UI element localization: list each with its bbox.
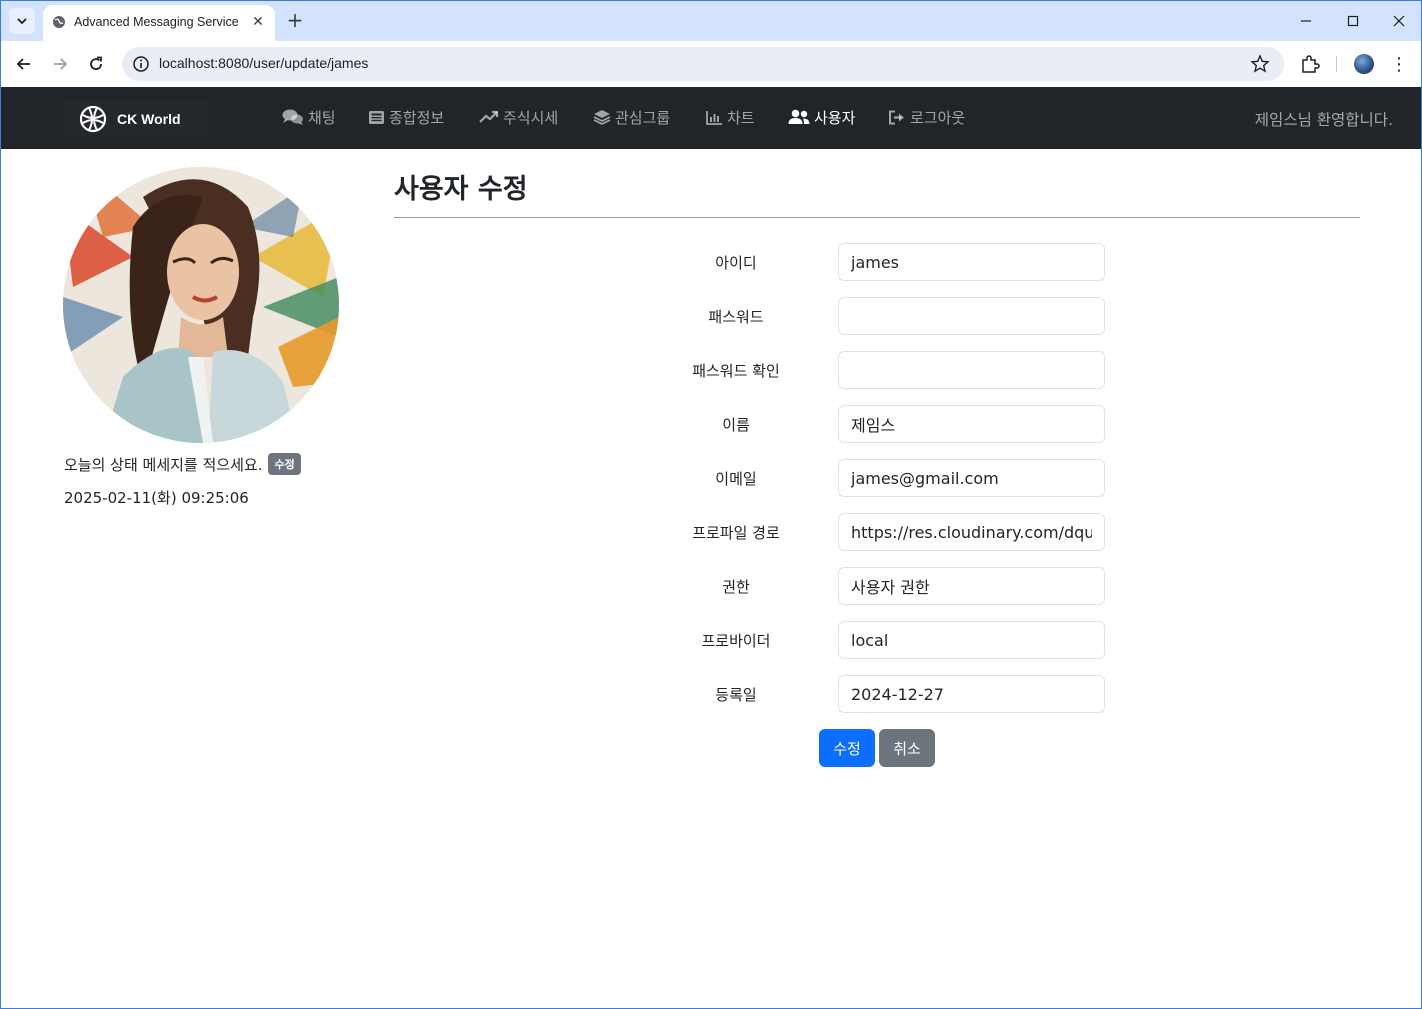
provider-field[interactable] [838, 621, 1105, 659]
form-row-profile-path: 프로파일 경로 [641, 513, 1111, 551]
forward-button[interactable] [48, 52, 72, 76]
maximize-button[interactable] [1341, 9, 1365, 33]
nav-item-label: 채팅 [308, 108, 336, 127]
reload-button[interactable] [84, 52, 108, 76]
tab-strip: Advanced Messaging Service ✕ + [1, 1, 1421, 41]
window-close-button[interactable] [1387, 9, 1411, 33]
nav-item-logout[interactable]: 로그아웃 [888, 106, 965, 128]
name-field[interactable] [838, 405, 1105, 443]
field-label: 패스워드 확인 [692, 362, 780, 380]
page-title: 사용자 수정 [394, 174, 528, 205]
nav-item-label: 주식시세 [503, 108, 559, 127]
title-divider [394, 217, 1360, 218]
arrow-right-icon [54, 58, 68, 70]
field-label: 프로파일 경로 [692, 524, 780, 542]
role-field[interactable] [838, 567, 1105, 605]
current-datetime: 2025-02-11(화) 09:25:06 [64, 489, 249, 507]
status-message: 오늘의 상태 메세지를 적으세요. [64, 455, 263, 474]
address-bar[interactable]: localhost:8080/user/update/james [122, 47, 1284, 81]
back-button[interactable] [12, 52, 36, 76]
minimize-button[interactable] [1294, 9, 1318, 33]
tab-title: Advanced Messaging Service [74, 15, 239, 29]
globe-icon [53, 16, 65, 28]
chevron-down-icon [17, 18, 27, 25]
field-label: 권한 [722, 578, 750, 596]
toolbar-separator [1336, 56, 1337, 72]
sign-out-icon [889, 110, 904, 124]
url-text[interactable]: localhost:8080/user/update/james [159, 55, 368, 71]
brand-name: CK World [117, 111, 181, 127]
submit-button[interactable]: 수정 [819, 729, 875, 767]
form-row-regdate: 등록일 [641, 675, 1111, 713]
userid-field[interactable] [838, 243, 1105, 281]
cancel-button[interactable]: 취소 [879, 729, 935, 767]
profile-avatar[interactable] [1354, 54, 1374, 74]
nav-item-stocks[interactable]: 주식시세 [479, 106, 558, 128]
profile-image [63, 167, 339, 443]
extensions-icon[interactable] [1299, 53, 1321, 75]
form-row-role: 권한 [641, 567, 1111, 605]
reload-icon [90, 56, 102, 70]
nav-item-label: 종합정보 [389, 108, 445, 127]
nav-item-label: 차트 [727, 108, 755, 127]
site-navbar: CK World 채팅 종합정보 주식시세 관심그룹 차트 사용자 로그아웃 제… [1, 87, 1421, 149]
field-label: 프로바이더 [701, 632, 771, 650]
form-row-name: 이름 [641, 405, 1111, 443]
users-icon [788, 109, 810, 124]
comments-icon [282, 109, 303, 125]
browser-window: Advanced Messaging Service ✕ + localhost… [0, 0, 1422, 1009]
portrait-illustration [63, 167, 339, 443]
nav-item-watchlist[interactable]: 관심그룹 [593, 106, 670, 128]
email-field[interactable] [838, 459, 1105, 497]
field-label: 이메일 [715, 470, 757, 488]
nav-item-users[interactable]: 사용자 [788, 106, 855, 128]
form-row-provider: 프로바이더 [641, 621, 1111, 659]
nav-item-overview[interactable]: 종합정보 [368, 106, 444, 128]
field-label: 등록일 [715, 686, 757, 704]
field-label: 이름 [722, 416, 750, 434]
nav-item-label: 사용자 [814, 108, 856, 127]
bar-chart-icon [706, 110, 722, 125]
nav-item-chart[interactable]: 차트 [706, 106, 755, 128]
browser-tab[interactable]: Advanced Messaging Service ✕ [43, 5, 275, 41]
form-row-email: 이메일 [641, 459, 1111, 497]
nav-item-chat[interactable]: 채팅 [282, 106, 336, 128]
browser-toolbar: localhost:8080/user/update/james ⋮ [1, 41, 1421, 87]
brand-link[interactable]: CK World [63, 101, 209, 137]
close-icon [1393, 15, 1405, 27]
info-icon[interactable] [132, 55, 150, 73]
form-row-password-confirm: 패스워드 확인 [641, 351, 1111, 389]
new-tab-button[interactable]: + [284, 8, 306, 32]
trend-up-icon [479, 110, 499, 123]
status-edit-badge[interactable]: 수정 [268, 453, 301, 475]
welcome-text: 제임스님 환영합니다. [1254, 111, 1393, 129]
form-row-id: 아이디 [641, 243, 1111, 281]
nav-item-label: 로그아웃 [910, 108, 966, 127]
password-field[interactable] [838, 297, 1105, 335]
browser-menu-icon[interactable]: ⋮ [1389, 53, 1409, 75]
password-confirm-field[interactable] [838, 351, 1105, 389]
profile-path-field[interactable] [838, 513, 1105, 551]
star-icon[interactable] [1250, 54, 1270, 74]
field-label: 패스워드 [708, 308, 764, 326]
regdate-field[interactable] [838, 675, 1105, 713]
field-label: 아이디 [715, 254, 757, 272]
arrow-left-icon [16, 58, 30, 70]
globe-icon [79, 105, 107, 133]
form-row-password: 패스워드 [641, 297, 1111, 335]
minimize-icon [1301, 20, 1311, 22]
maximize-icon [1347, 15, 1359, 27]
status-message-row: 오늘의 상태 메세지를 적으세요. 수정 [64, 453, 301, 475]
tab-search-button[interactable] [9, 8, 35, 34]
newspaper-icon [369, 110, 384, 124]
close-icon[interactable]: ✕ [249, 13, 267, 31]
nav-item-label: 관심그룹 [615, 108, 671, 127]
layers-icon [593, 110, 611, 125]
